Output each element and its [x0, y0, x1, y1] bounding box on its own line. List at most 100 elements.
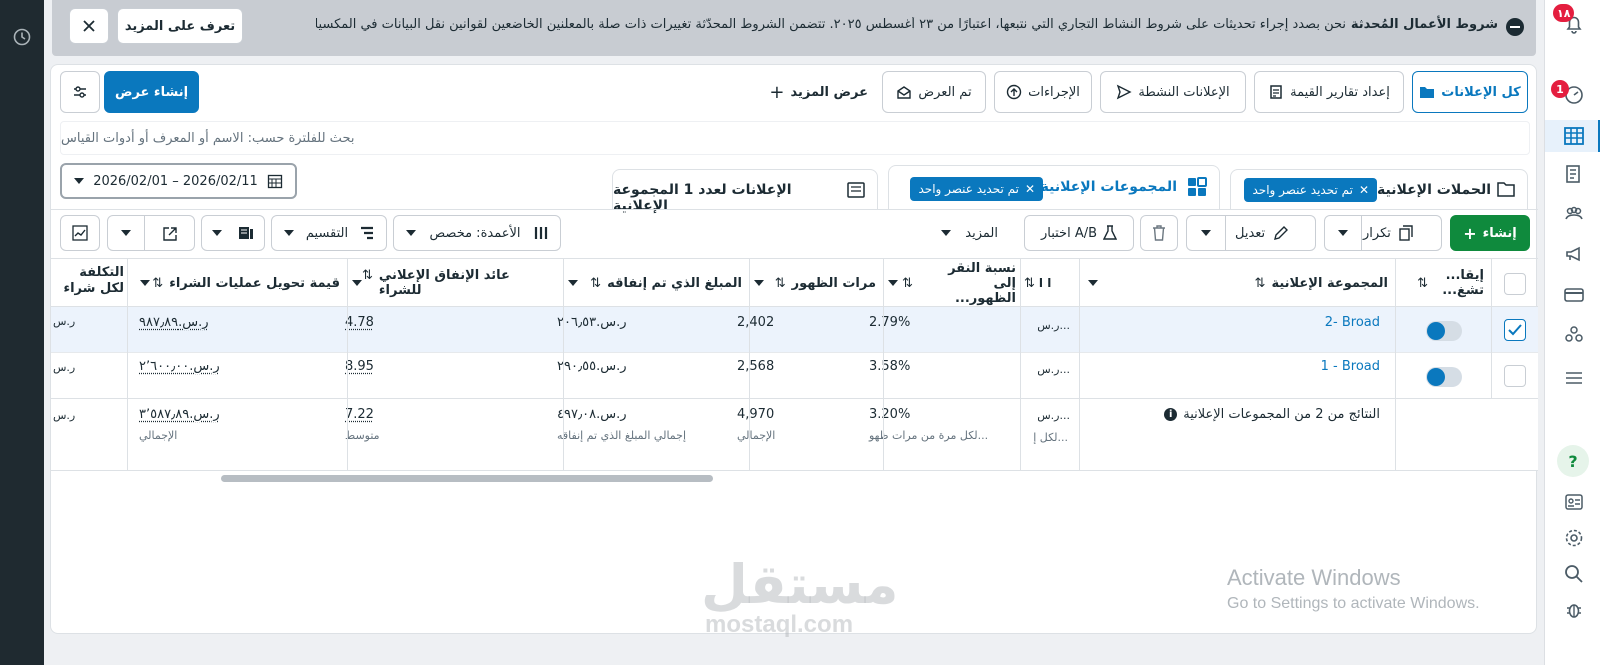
chevron-down-icon[interactable]: [1338, 230, 1348, 236]
column-header-small[interactable]: ⇅ ا ا: [1024, 265, 1076, 301]
close-notice-button[interactable]: [69, 8, 109, 44]
mostaql-logo-watermark: مستقل: [701, 553, 899, 616]
chevron-down-icon: [406, 230, 416, 236]
duplicate-button[interactable]: تكرار: [1324, 215, 1442, 251]
table-row[interactable]: 2- Broad ر.س... 2.79% 2,402 ر.س.٢٠٦٫٥٣ 4…: [51, 307, 1538, 353]
column-header-ctr[interactable]: ⇅ نسبة النقر إلى الظهور...: [888, 265, 1016, 301]
column-header-impressions[interactable]: ⇅ مرات الظهور: [754, 259, 876, 307]
create-label: إنشاء: [1483, 226, 1517, 241]
adset-toggle[interactable]: [1426, 367, 1462, 387]
row-checkbox[interactable]: [1504, 365, 1526, 387]
search-icon[interactable]: [1562, 562, 1586, 586]
tab-campaigns[interactable]: الحملات الإعلانية تم تحديد عنصر واحد ✕: [1230, 169, 1528, 209]
bug-report-icon[interactable]: [1562, 598, 1586, 622]
settings-gear-icon[interactable]: [1562, 526, 1586, 550]
column-header-adset[interactable]: ⇅ المجموعة الإعلانية: [1088, 259, 1388, 307]
chevron-down-icon[interactable]: [754, 280, 764, 286]
chevron-down-icon[interactable]: [352, 280, 362, 286]
export-icon[interactable]: [162, 226, 178, 242]
purchase-value: ر.س.٩٨٧٫٨٩: [139, 315, 209, 330]
activate-windows-title: Activate Windows: [1227, 565, 1401, 591]
column-header-spent[interactable]: ⇅ المبلغ الذي تم إنفاقه: [568, 259, 742, 307]
clear-selection-icon[interactable]: ✕: [1359, 183, 1369, 197]
audience-icon[interactable]: [1562, 202, 1586, 226]
summary-ctr-sub: لكل مرة من مرات ظهو...: [869, 429, 988, 442]
select-all-checkbox[interactable]: [1504, 273, 1526, 295]
more-dropdown[interactable]: المزيد: [941, 215, 998, 251]
tab-active-ads[interactable]: الإعلانات النشطة: [1100, 71, 1246, 113]
chevron-down-icon[interactable]: [121, 230, 131, 236]
view-settings-button[interactable]: [60, 71, 100, 113]
date-range-picker[interactable]: 2026/02/01 – 2026/02/11: [60, 163, 297, 199]
chevron-down-icon[interactable]: [1088, 280, 1098, 286]
billing-card-icon[interactable]: [1562, 283, 1586, 307]
small-value: ر.س...: [1037, 319, 1070, 332]
delete-button[interactable]: [1140, 215, 1178, 251]
report-icon: [1268, 84, 1284, 100]
chevron-down-icon[interactable]: [1201, 230, 1211, 236]
table-grid-icon[interactable]: [1562, 124, 1586, 148]
tab-displayed[interactable]: تم العرض: [882, 71, 986, 113]
search-input[interactable]: بحث للفلترة حسب: الاسم أو المعرف أو أدوا…: [60, 121, 1530, 155]
info-icon[interactable]: i: [1164, 408, 1177, 421]
tab-all-ads[interactable]: كل الإعلانات: [1412, 71, 1528, 113]
envelope-open-icon: [896, 84, 912, 100]
tab-ads[interactable]: الإعلانات لعدد 1 المجموعة الإعلانية: [612, 169, 878, 209]
ab-test-button[interactable]: اختبار A/B: [1024, 215, 1134, 251]
table-row[interactable]: 1 - Broad ر.س... 3.58% 2,568 ر.س.٢٩٠٫٥٥ …: [51, 353, 1538, 399]
tab-value-reports[interactable]: إعداد تقارير القيمة: [1254, 71, 1404, 113]
column-header-roas[interactable]: ⇅ عائد الإنفاق الإعلاني للشراء: [352, 259, 556, 307]
columns-dropdown[interactable]: الأعمدة: مخصص: [393, 215, 561, 251]
alerts-badge: 1: [1551, 80, 1569, 98]
ads-manager-panel: كل الإعلانات إعداد تقارير القيمة الإعلان…: [50, 64, 1537, 634]
breakdown-dropdown[interactable]: التقسيم: [271, 215, 387, 251]
chevron-down-icon[interactable]: [140, 280, 150, 286]
summary-spent-value: ر.س.٤٩٧٫٠٨: [557, 407, 627, 422]
show-more-tabs[interactable]: + عرض المزيد: [769, 71, 868, 113]
close-icon: [82, 19, 96, 33]
sort-arrows-icon: ⇅: [775, 276, 786, 291]
clear-selection-icon[interactable]: ✕: [1025, 182, 1035, 196]
tab-adsets-label: المجموعات الإعلانية: [1041, 179, 1177, 195]
cost-value: ر.س: [53, 315, 75, 328]
menu-icon[interactable]: [1562, 366, 1586, 390]
summary-label: النتائج من 2 من المجموعات الإعلانية: [1183, 407, 1380, 422]
sort-arrows-icon: ⇅: [362, 268, 373, 298]
chevron-down-icon[interactable]: [568, 280, 578, 286]
main-content: شروط الأعمال المُحدثة نحن بصدد إجراء تحد…: [50, 0, 1537, 665]
row-checkbox-checked[interactable]: [1504, 319, 1526, 341]
events-icon[interactable]: [1562, 322, 1586, 346]
breakdown-icon: [360, 226, 374, 240]
chart-button[interactable]: [60, 215, 100, 251]
column-header-toggle[interactable]: ⇅ إيقا... تشغ...: [1404, 265, 1484, 301]
chevron-down-icon: [284, 230, 294, 236]
purchase-value: ر.س.٢٬٦٠٠٫٠٠: [139, 359, 220, 374]
tab-actions[interactable]: الإجراءات: [994, 71, 1092, 113]
megaphone-icon[interactable]: [1562, 242, 1586, 266]
chevron-down-icon[interactable]: [888, 280, 898, 286]
column-header-cost[interactable]: التكلفة لكل شراء: [58, 265, 124, 301]
learn-more-button[interactable]: تعرف على المزيد: [117, 8, 243, 44]
reports-dropdown[interactable]: [201, 215, 265, 251]
edit-button[interactable]: تعديل: [1186, 215, 1316, 251]
pages-icon[interactable]: [1562, 162, 1586, 186]
help-icon[interactable]: ?: [1557, 445, 1589, 477]
create-view-button[interactable]: إنشاء عرض: [104, 71, 199, 113]
adset-toggle[interactable]: [1426, 321, 1462, 341]
arrow-up-circle-icon: [1006, 84, 1022, 100]
column-header-purchase-value[interactable]: ⇅ قيمة تحويل عمليات الشراء: [140, 259, 340, 307]
horizontal-scrollbar[interactable]: [221, 475, 713, 482]
adset-name-link[interactable]: 1 - Broad: [1321, 359, 1380, 374]
adset-name-link[interactable]: 2- Broad: [1325, 315, 1380, 330]
id-card-icon[interactable]: [1562, 490, 1586, 514]
campaigns-selection-pill[interactable]: تم تحديد عنصر واحد ✕: [1244, 178, 1377, 202]
tab-adsets[interactable]: المجموعات الإعلانية تم تحديد عنصر واحد ✕: [888, 165, 1220, 209]
clock-icon[interactable]: [12, 27, 32, 47]
summary-spent-sub: إجمالي المبلغ الذي تم إنفاقه: [557, 429, 686, 442]
adsets-selection-pill[interactable]: تم تحديد عنصر واحد ✕: [910, 177, 1043, 201]
line-chart-icon: [72, 225, 88, 241]
sort-arrows-icon: ⇅: [152, 276, 163, 291]
more-label: المزيد: [965, 226, 998, 241]
create-button[interactable]: + إنشاء: [1450, 215, 1530, 251]
summary-roas-sub: متوسط: [345, 429, 380, 442]
